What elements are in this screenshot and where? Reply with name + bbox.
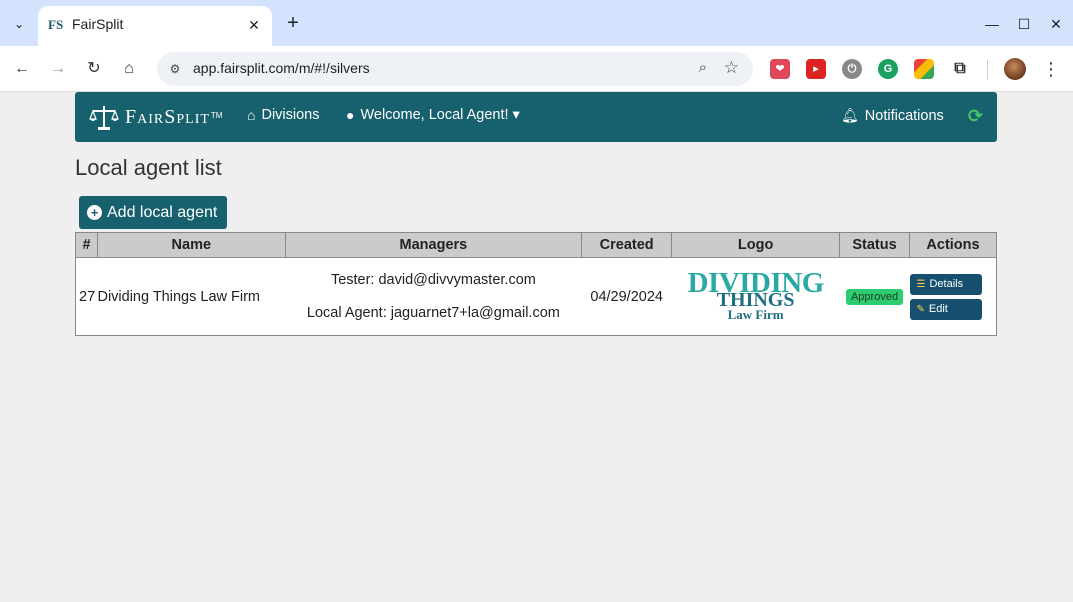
row-created: 04/29/2024 — [581, 257, 672, 336]
reload-icon[interactable]: ↻ — [82, 57, 106, 81]
zoom-icon[interactable]: ⌕ — [699, 59, 707, 76]
grammarly-icon[interactable]: G — [878, 59, 898, 79]
nav-divisions[interactable]: ⌂ Divisions — [247, 107, 319, 123]
row-status: Approved — [839, 257, 910, 336]
row-logo: DIVIDING THINGS Law Firm — [671, 257, 840, 336]
bookmark-star-icon[interactable]: ☆ — [724, 58, 739, 78]
list-icon: ☰ — [916, 278, 926, 290]
row-managers: Tester: david@divvymaster.com Local Agen… — [285, 257, 582, 336]
table-row: 27 Dividing Things Law Firm Tester: davi… — [75, 257, 997, 336]
back-icon[interactable]: ← — [10, 57, 34, 81]
table-header-row: # Name Managers Created Logo Status Acti… — [75, 232, 997, 258]
logo-line-3: Law Firm — [727, 306, 784, 322]
user-icon: ● — [346, 107, 355, 123]
edit-icon: ✎ — [916, 303, 925, 315]
row-number: 27 — [75, 257, 98, 336]
minimize-icon[interactable]: — — [982, 14, 1002, 34]
bell-icon: 🔔︎ — [841, 107, 859, 123]
toolbar-divider — [987, 60, 988, 80]
maximize-icon[interactable]: ☐ — [1014, 14, 1034, 34]
manager-tester: Tester: david@divvymaster.com — [330, 271, 536, 288]
details-label: Details — [929, 278, 964, 290]
page-title: Local agent list — [75, 155, 222, 180]
row-number-text: 27 — [79, 288, 96, 305]
row-actions: ☰ Details ✎ Edit — [909, 257, 997, 336]
local-agent-table: # Name Managers Created Logo Status Acti… — [75, 232, 997, 336]
plus-circle-icon: + — [87, 205, 102, 220]
row-name: Dividing Things Law Firm — [97, 257, 286, 336]
colorful-ext-icon[interactable] — [914, 59, 934, 79]
edit-button[interactable]: ✎ Edit — [909, 298, 982, 320]
new-tab-icon[interactable]: + — [282, 13, 304, 35]
tab-close-icon[interactable]: ✕ — [244, 15, 264, 35]
close-window-icon[interactable]: ✕ — [1046, 14, 1066, 34]
power-ext-icon[interactable]: ⏻ — [842, 59, 862, 79]
status-badge: Approved — [845, 289, 904, 305]
site-info-icon[interactable]: ⚙ — [166, 60, 184, 78]
tab-title: FairSplit — [72, 16, 124, 32]
brand-tm: TM — [210, 110, 223, 120]
forward-icon[interactable]: → — [46, 57, 70, 81]
col-header-logo[interactable]: Logo — [671, 232, 841, 258]
url-text[interactable]: app.fairsplit.com/m/#!/silvers — [193, 60, 370, 76]
nav-welcome-label: Welcome, Local Agent! ▾ — [360, 107, 520, 123]
refresh-icon[interactable]: ⟳ — [968, 106, 983, 127]
col-header-managers[interactable]: Managers — [284, 232, 583, 258]
add-local-agent-button[interactable]: + Add local agent — [79, 196, 227, 229]
col-header-created[interactable]: Created — [581, 232, 673, 258]
tab-search-icon[interactable]: ⌄ — [8, 13, 30, 35]
row-name-text: Dividing Things Law Firm — [97, 288, 260, 305]
brand[interactable]: FairSplit TM — [89, 102, 222, 132]
profile-avatar[interactable] — [1004, 58, 1026, 80]
app-navbar: FairSplit TM ⌂ Divisions ● Welcome, Loca… — [75, 92, 997, 142]
extensions-puzzle-icon[interactable]: ⧉ — [950, 59, 970, 79]
browser-tab-strip: ⌄ FS FairSplit ✕ + — ☐ ✕ — [0, 0, 1073, 46]
address-bar[interactable]: ⚙ app.fairsplit.com/m/#!/silvers ⌕ ☆ — [157, 52, 753, 86]
home-icon: ⌂ — [247, 107, 256, 123]
col-header-number[interactable]: # — [75, 232, 98, 258]
nav-user-menu[interactable]: ● Welcome, Local Agent! ▾ — [346, 107, 520, 123]
tab-favicon: FS — [48, 17, 64, 32]
browser-tab[interactable]: FS FairSplit ✕ — [38, 6, 272, 46]
add-local-agent-label: Add local agent — [107, 203, 218, 221]
col-header-status[interactable]: Status — [839, 232, 910, 258]
browser-menu-icon[interactable]: ⋮ — [1042, 57, 1060, 81]
nav-notifications[interactable]: 🔔︎ Notifications — [841, 107, 944, 124]
nav-divisions-label: Divisions — [261, 107, 320, 123]
nav-notifications-label: Notifications — [864, 107, 944, 124]
edit-label: Edit — [928, 303, 948, 315]
home-icon[interactable]: ⌂ — [117, 57, 141, 81]
scales-logo-icon — [89, 106, 119, 130]
manager-local-agent: Local Agent: jaguarnet7+la@gmail.com — [306, 304, 560, 321]
pocket-icon[interactable]: ❤ — [770, 59, 790, 79]
col-header-actions: Actions — [909, 232, 997, 258]
youtube-ext-icon[interactable]: ▸ — [806, 59, 826, 79]
browser-toolbar: ← → ↻ ⌂ ⚙ app.fairsplit.com/m/#!/silvers… — [0, 46, 1073, 92]
law-firm-logo: DIVIDING THINGS Law Firm — [687, 267, 824, 322]
brand-name: FairSplit — [125, 105, 210, 128]
col-header-name[interactable]: Name — [96, 232, 286, 258]
details-button[interactable]: ☰ Details — [909, 273, 982, 295]
